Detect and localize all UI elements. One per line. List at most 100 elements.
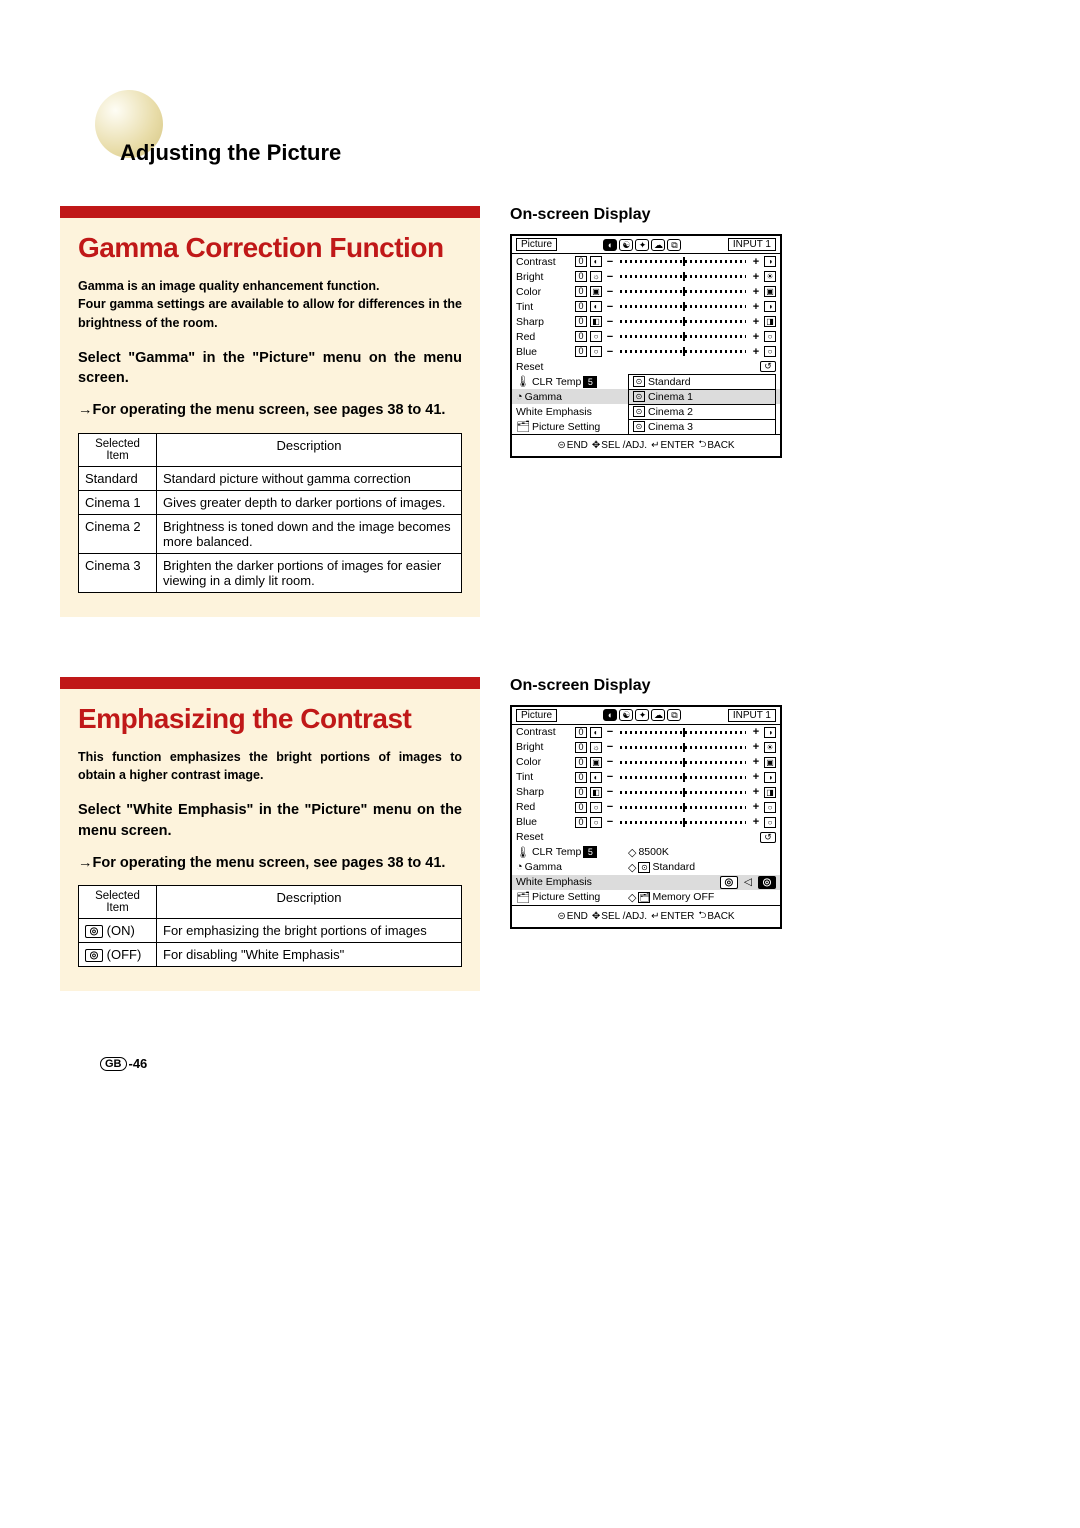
osd-topbar: Picture ◐☯✦☁⧉ INPUT 1: [512, 707, 780, 725]
instruction-ref: For operating the menu screen, see pages…: [78, 853, 462, 873]
th-desc: Description: [157, 433, 462, 466]
color-minus-icon: ▣: [590, 757, 602, 768]
osd-input-badge: INPUT 1: [728, 238, 776, 251]
osd-gamma-row: ◔Gamma ⊙Standard: [512, 860, 780, 875]
table-row: Cinema 2Brightness is toned down and the…: [79, 514, 462, 553]
page: Adjusting the Picture Gamma Correction F…: [0, 0, 1080, 1111]
red-bar: [60, 677, 480, 689]
emphasis-off-icon: ◎: [720, 876, 738, 889]
blue-plus-icon: ○: [764, 817, 776, 828]
table-row: Cinema 1Gives greater depth to darker po…: [79, 490, 462, 514]
thermometer-icon: 🌡: [516, 846, 530, 859]
red-minus-icon: ○: [590, 802, 602, 813]
instruction-select: Select "Gamma" in the "Picture" menu on …: [78, 348, 462, 389]
bright-minus-icon: ☼: [590, 271, 602, 282]
osd-tab-picture: Picture: [516, 238, 557, 251]
gamma-icon: ◔: [516, 391, 523, 403]
tab-icon: ◐: [603, 709, 617, 721]
standard-icon: ⊙: [633, 376, 645, 387]
memory-icon: 🗂: [638, 892, 650, 903]
tab-icon: ☁: [651, 239, 665, 251]
color-plus-icon: ▣: [764, 286, 776, 297]
section-gamma: Gamma Correction Function Gamma is an im…: [60, 206, 1020, 617]
emphasis-table: Selected Item Description ◎ (ON)For emph…: [78, 885, 462, 967]
th-selected: Selected Item: [79, 886, 157, 919]
osd-slider-row: Sharp0◧−+◨: [512, 785, 780, 800]
red-plus-icon: ○: [764, 331, 776, 342]
osd-input-badge: INPUT 1: [728, 709, 776, 722]
tab-icon: ◐: [603, 239, 617, 251]
intro-text: This function emphasizes the bright port…: [78, 748, 462, 784]
gamma-table: Selected Item Description StandardStanda…: [78, 433, 462, 593]
osd-slider-row: Red0○−+○: [512, 800, 780, 815]
cinema-icon: ⊙: [633, 391, 645, 402]
emphasis-off-icon: ◎: [85, 949, 103, 962]
red-bar: [60, 206, 480, 218]
section-title: Emphasizing the Contrast: [78, 703, 462, 734]
red-minus-icon: ○: [590, 331, 602, 342]
table-row: ◎ (OFF)For disabling "White Emphasis": [79, 943, 462, 967]
osd-slider-row: Contrast0◐−+◑: [512, 254, 780, 269]
osd-slider-row: Contrast0◐−+◑: [512, 725, 780, 740]
bright-minus-icon: ☼: [590, 742, 602, 753]
red-plus-icon: ○: [764, 802, 776, 813]
emphasis-on-icon: ◎: [758, 876, 776, 889]
sharp-minus-icon: ◧: [590, 316, 602, 327]
sharp-plus-icon: ◨: [764, 787, 776, 798]
osd-slider-row: Bright0☼−+☀: [512, 740, 780, 755]
blue-minus-icon: ○: [590, 817, 602, 828]
right-column: On-screen Display Picture ◐☯✦☁⧉ INPUT 1 …: [510, 206, 1020, 617]
osd-clrtemp-row: 🌡CLR Temp5 ⊙Standard: [512, 374, 780, 389]
osd-tab-icons: ◐☯✦☁⧉: [603, 239, 681, 251]
instruction-ref: For operating the menu screen, see pages…: [78, 400, 462, 420]
picture-setting-icon: 🗂: [516, 420, 530, 433]
intro-text: Gamma is an image quality enhancement fu…: [78, 277, 462, 331]
tab-icon: ☯: [619, 239, 633, 251]
tab-icon: ⧉: [667, 239, 681, 251]
osd-slider-row: Color0▣−+▣: [512, 284, 780, 299]
osd-clrtemp-row: 🌡CLR Temp5 8500K: [512, 845, 780, 860]
osd-picture-setting-row: 🗂Picture Setting ⊙Cinema 3: [512, 419, 780, 434]
contrast-plus-icon: ◑: [764, 256, 776, 267]
blue-minus-icon: ○: [590, 346, 602, 357]
osd-tab-icons: ◐☯✦☁⧉: [603, 709, 681, 721]
osd-heading: On-screen Display: [510, 677, 1020, 695]
osd-slider-row: Blue0○−+○: [512, 815, 780, 830]
bright-plus-icon: ☀: [764, 271, 776, 282]
bright-plus-icon: ☀: [764, 742, 776, 753]
page-number: GB-46: [100, 1056, 147, 1071]
table-row: ◎ (ON)For emphasizing the bright portion…: [79, 919, 462, 943]
cinema-icon: ⊙: [633, 421, 645, 432]
gamma-icon: ◔: [516, 861, 523, 873]
osd-slider-row: Blue0○−+○: [512, 344, 780, 359]
sharp-plus-icon: ◨: [764, 316, 776, 327]
osd-heading: On-screen Display: [510, 206, 1020, 224]
osd-white-emphasis-row: White Emphasis ⊙Cinema 2: [512, 404, 780, 419]
standard-icon: ⊙: [638, 862, 650, 873]
left-column: Gamma Correction Function Gamma is an im…: [60, 206, 480, 617]
contrast-minus-icon: ◐: [590, 727, 602, 738]
emphasis-on-icon: ◎: [85, 925, 103, 938]
reset-icon: ↺: [760, 832, 776, 843]
tab-icon: ⧉: [667, 709, 681, 721]
reset-icon: ↺: [760, 361, 776, 372]
blue-plus-icon: ○: [764, 346, 776, 357]
osd-reset-row: Reset↺: [512, 830, 780, 845]
tab-icon: ☯: [619, 709, 633, 721]
tint-plus-icon: ◑: [764, 301, 776, 312]
tint-plus-icon: ◑: [764, 772, 776, 783]
color-plus-icon: ▣: [764, 757, 776, 768]
tab-icon: ✦: [635, 239, 649, 251]
tint-minus-icon: ◐: [590, 772, 602, 783]
cinema-icon: ⊙: [633, 406, 645, 417]
osd-slider-row: Tint0◐−+◑: [512, 299, 780, 314]
osd-slider-row: Bright0☼−+☀: [512, 269, 780, 284]
sharp-minus-icon: ◧: [590, 787, 602, 798]
osd-slider-row: Sharp0◧−+◨: [512, 314, 780, 329]
osd-panel-gamma: Picture ◐☯✦☁⧉ INPUT 1 Contrast0◐−+◑ Brig…: [510, 234, 782, 458]
osd-picture-setting-row: 🗂Picture Setting 🗂Memory OFF: [512, 890, 780, 905]
osd-slider-row: Color0▣−+▣: [512, 755, 780, 770]
color-minus-icon: ▣: [590, 286, 602, 297]
section-title: Gamma Correction Function: [78, 232, 462, 263]
osd-slider-row: Tint0◐−+◑: [512, 770, 780, 785]
